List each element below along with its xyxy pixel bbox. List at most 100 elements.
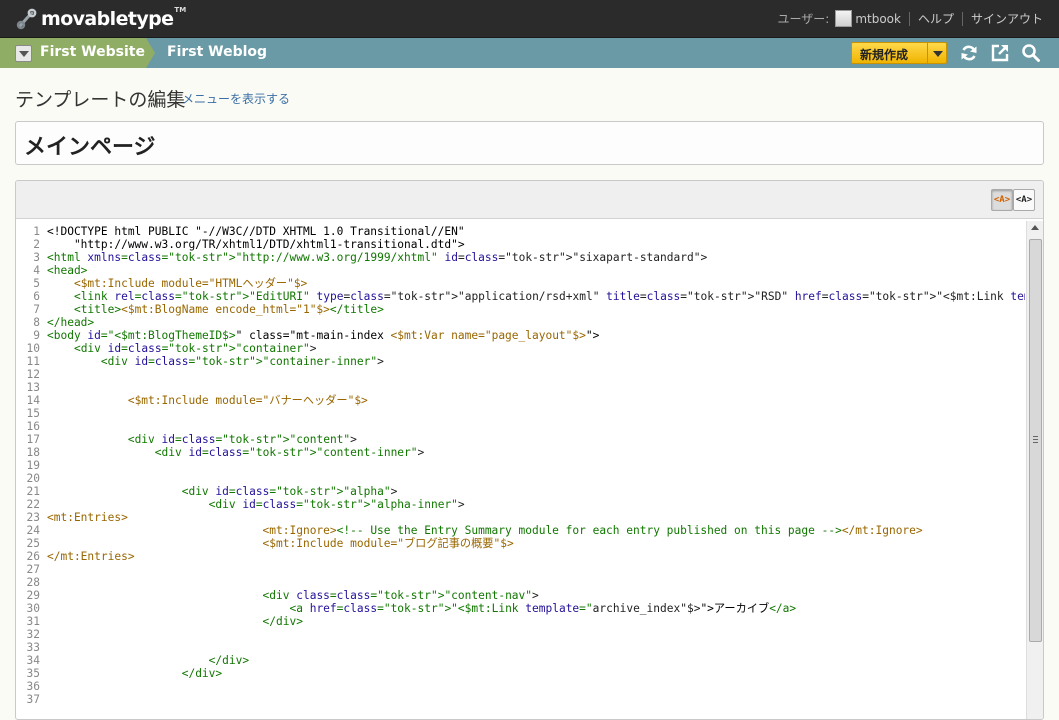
syntax-highlight-off-button[interactable]: <A> (1013, 189, 1035, 211)
code-line[interactable]: ​ (47, 381, 1025, 394)
code-area[interactable]: 1 2 3 4 5 6 7 8 9 10 11 12 13 14 15 16 17 18 19 20 21 22 23 24 2… (16, 220, 1025, 719)
logo-text: movabletype (41, 8, 174, 30)
code-line[interactable]: ​ (47, 628, 1025, 641)
code-line[interactable]: <div id=class="tok-str">"container-inner… (47, 355, 1025, 368)
code-line[interactable]: </div> (47, 654, 1025, 667)
code-line[interactable]: <div id=class="tok-str">"alpha-inner"> (47, 498, 1025, 511)
line-number: 7 (33, 303, 40, 316)
code-line[interactable]: ​ (47, 576, 1025, 589)
movabletype-logo[interactable]: movabletype TM (16, 6, 187, 31)
line-number: 11 (26, 355, 40, 368)
code-line[interactable]: ​ (47, 641, 1025, 654)
code-line[interactable]: <mt:Entries> (47, 511, 1025, 524)
line-number: 14 (26, 394, 40, 407)
code-line[interactable]: <div class=class="tok-str">"content-nav"… (47, 589, 1025, 602)
line-number: 15 (26, 407, 40, 420)
code-line[interactable]: <body id="<$mt:BlogThemeID$>" class="mt-… (47, 329, 1025, 342)
code-line[interactable]: <mt:Ignore><!-- Use the Entry Summary mo… (47, 524, 1025, 537)
code-line[interactable]: <div id=class="tok-str">"container"> (47, 342, 1025, 355)
line-number: 21 (26, 485, 40, 498)
code-line[interactable]: ​ (47, 680, 1025, 693)
external-link-icon[interactable] (990, 43, 1010, 63)
code-line[interactable]: ​ (47, 459, 1025, 472)
line-number: 28 (26, 576, 40, 589)
line-number: 3 (33, 251, 40, 264)
avatar[interactable] (835, 10, 853, 27)
code-line[interactable]: <$mt:Include module="バナーヘッダー"$> (47, 394, 1025, 407)
show-menu-link[interactable]: メニューを表示する (182, 90, 290, 107)
grip-icon (1033, 436, 1038, 443)
code-line[interactable]: ​ (47, 420, 1025, 433)
code-line[interactable]: "http://www.w3.org/TR/xhtml1/DTD/xhtml1-… (47, 238, 1025, 251)
line-number: 27 (26, 563, 40, 576)
scroll-up-icon[interactable] (1031, 225, 1039, 230)
code-line[interactable]: <div id=class="tok-str">"alpha"> (47, 485, 1025, 498)
button-divider (927, 43, 928, 63)
template-editor: <A> <A> 1 2 3 4 5 6 7 8 9 10 11 12 13 14 15 16 17 18 19 20 2… (15, 180, 1044, 720)
line-number: 26 (26, 550, 40, 563)
code-line[interactable]: ​ (47, 563, 1025, 576)
line-number: 10 (26, 342, 40, 355)
code-line[interactable]: ​ (47, 368, 1025, 381)
code-line[interactable]: <$mt:Include module="HTMLヘッダー"$> (47, 277, 1025, 290)
blog-name[interactable]: First Weblog (167, 44, 267, 60)
editor-toolbar: <A> <A> (16, 181, 1043, 219)
line-number: 13 (26, 381, 40, 394)
line-number: 23 (26, 511, 40, 524)
code-line[interactable]: <head> (47, 264, 1025, 277)
code-line[interactable]: <div id=class="tok-str">"content"> (47, 433, 1025, 446)
code-line[interactable]: </div> (47, 667, 1025, 680)
template-name-field[interactable]: メインページ (15, 121, 1044, 165)
line-number: 31 (26, 615, 40, 628)
vertical-scrollbar[interactable] (1026, 221, 1043, 719)
line-number: 20 (26, 472, 40, 485)
line-number: 1 (33, 225, 40, 238)
line-number: 4 (33, 264, 40, 277)
line-number: 17 (26, 433, 40, 446)
new-create-button[interactable]: 新規作成 (851, 42, 947, 64)
page-title: テンプレートの編集 (15, 89, 186, 111)
code-line[interactable]: </div> (47, 615, 1025, 628)
code-line[interactable]: </mt:Entries> (47, 550, 1025, 563)
website-dropdown-icon[interactable] (15, 45, 32, 62)
nav-divider (908, 11, 910, 26)
line-number: 2 (33, 238, 40, 251)
website-name[interactable]: First Website (40, 44, 145, 60)
line-number: 8 (33, 316, 40, 329)
line-number: 30 (26, 602, 40, 615)
new-create-label: 新規作成 (860, 48, 909, 62)
signout-link[interactable]: サインアウト (971, 10, 1043, 27)
line-number: 6 (33, 290, 40, 303)
line-number: 9 (33, 329, 40, 342)
logo-trademark: TM (174, 6, 187, 14)
code-line[interactable]: <!DOCTYPE html PUBLIC "-//W3C//DTD XHTML… (47, 225, 1025, 238)
code-line[interactable]: ​ (47, 472, 1025, 485)
refresh-icon[interactable] (959, 43, 979, 63)
username-link[interactable]: mtbook (855, 12, 901, 26)
line-number: 35 (26, 667, 40, 680)
user-label: ユーザー: (777, 12, 830, 26)
code-line[interactable]: <html xmlns=class="tok-str">"http://www.… (47, 251, 1025, 264)
help-link[interactable]: ヘルプ (918, 10, 954, 27)
code-line[interactable]: <a href=class="tok-str">"<$mt:Link templ… (47, 602, 1025, 615)
syntax-highlight-on-button[interactable]: <A> (991, 189, 1013, 211)
code-line[interactable]: ​ (47, 407, 1025, 420)
code-line[interactable]: <div id=class="tok-str">"content-inner"> (47, 446, 1025, 459)
breadcrumb-arrow (146, 38, 155, 68)
template-name-value[interactable]: メインページ (24, 129, 156, 161)
scrollbar-thumb[interactable] (1029, 239, 1042, 642)
line-number: 25 (26, 537, 40, 550)
search-icon[interactable] (1021, 43, 1041, 63)
code-text[interactable]: <!DOCTYPE html PUBLIC "-//W3C//DTD XHTML… (47, 225, 1025, 706)
line-number: 18 (26, 446, 40, 459)
chevron-down-icon[interactable] (933, 51, 943, 57)
line-number: 5 (33, 277, 40, 290)
code-line[interactable]: </head> (47, 316, 1025, 329)
nav-divider (961, 11, 963, 26)
code-line[interactable]: <$mt:Include module="ブログ記事の概要"$> (47, 537, 1025, 550)
website-tab[interactable]: First Website (0, 38, 146, 68)
line-number: 34 (26, 654, 40, 667)
code-line[interactable]: <title><$mt:BlogName encode_html="1"$></… (47, 303, 1025, 316)
line-number: 29 (26, 589, 40, 602)
code-line[interactable]: <link rel=class="tok-str">"EditURI" type… (47, 290, 1025, 303)
